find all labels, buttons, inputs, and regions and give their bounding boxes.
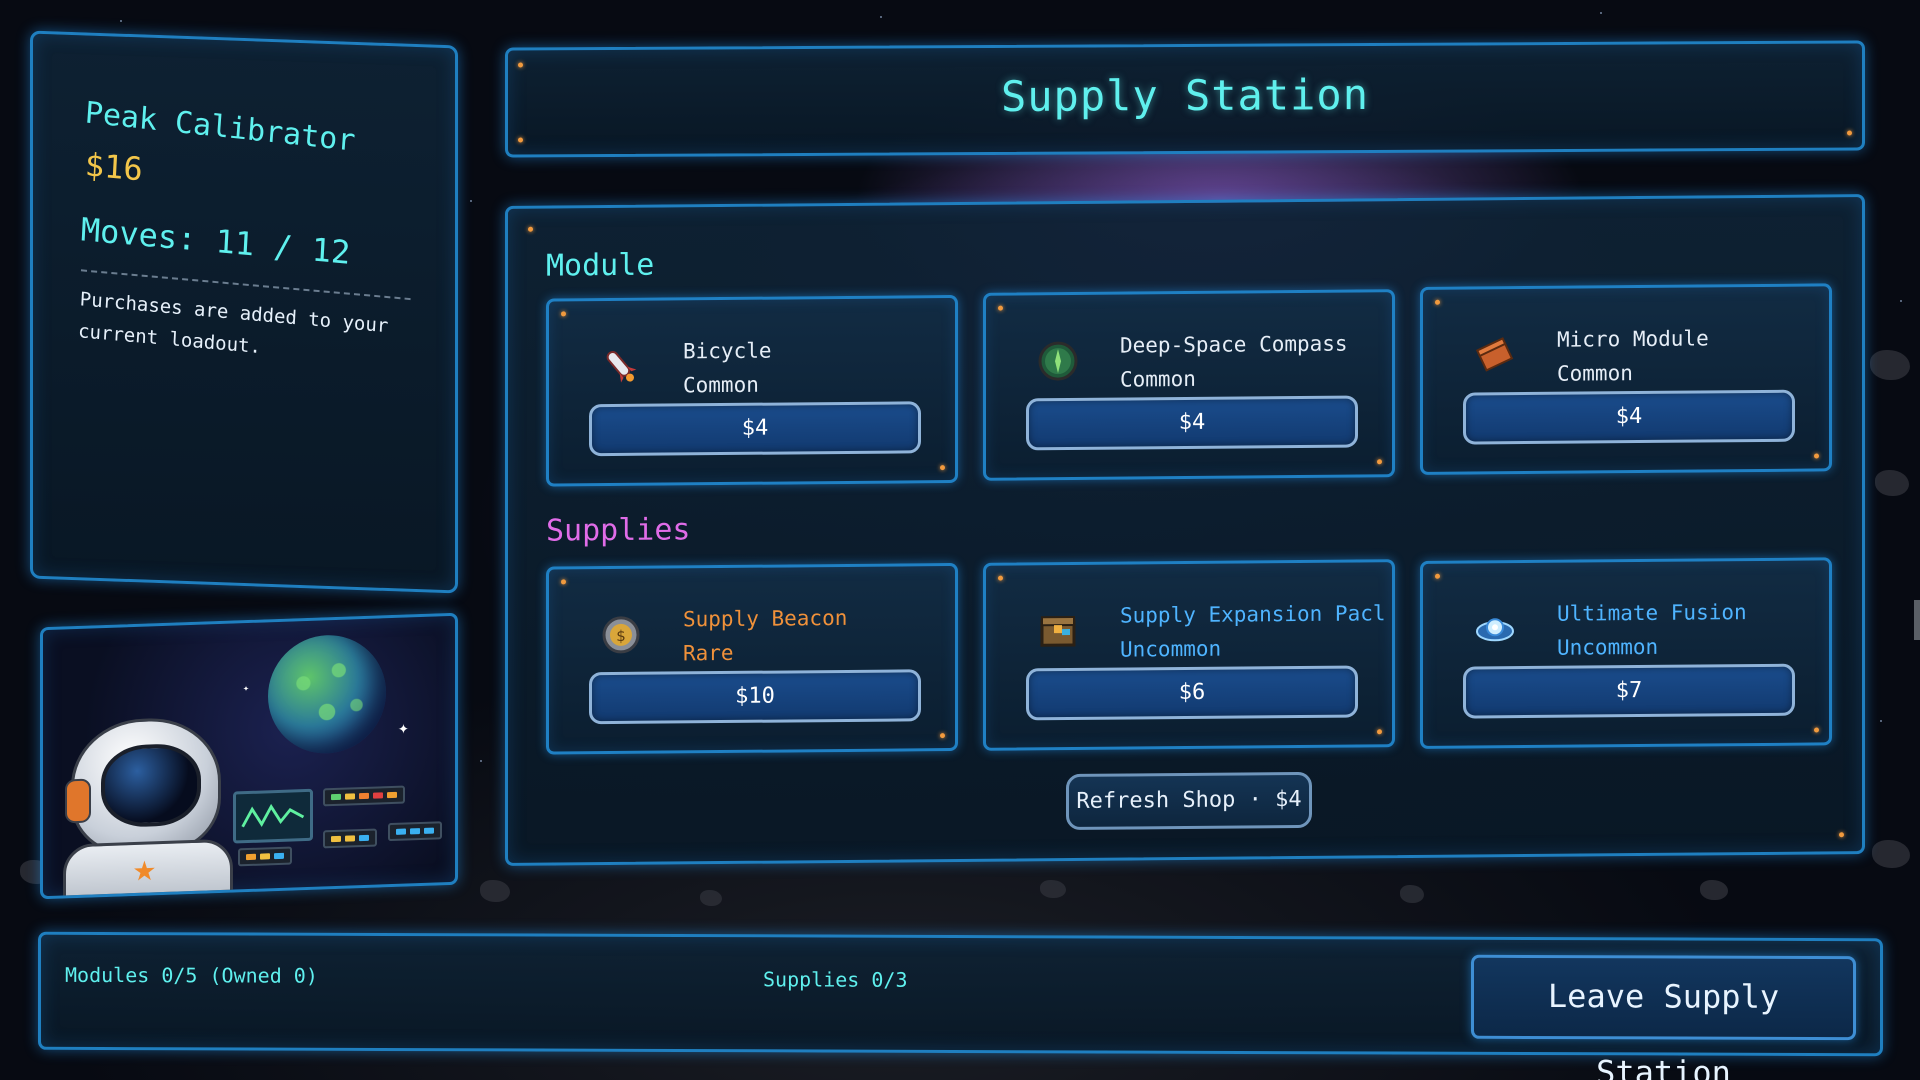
coin-icon: $ xyxy=(599,613,643,657)
planet-icon xyxy=(268,633,386,756)
item-name: Bicycle xyxy=(683,338,772,364)
item-name: Deep-Space Compass xyxy=(1120,331,1348,358)
control-lights-icon xyxy=(388,821,442,842)
footer-bar: Modules 0/5 (Owned 0) Supplies 0/3 Leave… xyxy=(38,931,1883,1080)
fusion-core-icon xyxy=(1473,607,1517,651)
control-lights-icon xyxy=(323,828,377,849)
svg-text:$: $ xyxy=(616,627,626,645)
item-name: Supply Beacon xyxy=(683,605,848,632)
astronaut-portrait: ✦ ✦ ★ xyxy=(40,612,458,900)
rocket-icon xyxy=(599,345,643,389)
sparkle-icon: ✦ xyxy=(398,717,409,739)
buy-button[interactable]: $4 xyxy=(589,401,921,457)
buy-button[interactable]: $10 xyxy=(589,669,921,725)
modules-counter: Modules 0/5 (Owned 0) xyxy=(65,962,318,988)
shop-card-module[interactable]: Bicycle Common $4 xyxy=(546,294,958,487)
leave-station-button[interactable]: Leave Supply Station xyxy=(1471,954,1856,1080)
info-note: Purchases are added to your current load… xyxy=(77,288,389,359)
buy-button[interactable]: $4 xyxy=(1026,395,1358,451)
buy-button[interactable]: $7 xyxy=(1463,663,1795,719)
buy-button[interactable]: $4 xyxy=(1463,389,1795,445)
supplies-counter: Supplies 0/3 xyxy=(763,967,908,992)
compass-icon xyxy=(1036,339,1080,383)
star-badge-icon: ★ xyxy=(133,845,156,891)
shop-card-module[interactable]: Micro Module Common $4 xyxy=(1420,283,1832,475)
item-rarity: Uncommon xyxy=(1557,634,1659,660)
sparkle-icon: ✦ xyxy=(243,682,250,695)
run-info-panel: Peak Calibrator $16 Moves: 11 / 12 Purch… xyxy=(30,30,458,594)
item-rarity: Rare xyxy=(683,640,734,666)
item-rarity: Common xyxy=(683,372,759,398)
scroll-handle[interactable] xyxy=(1914,600,1920,640)
astronaut-visor-icon xyxy=(101,742,201,829)
item-rarity: Uncommon xyxy=(1120,636,1222,662)
shop-card-module[interactable]: Deep-Space Compass Common $4 xyxy=(983,289,1395,481)
item-name: Supply Expansion Pacl xyxy=(1120,601,1385,628)
page-title: Supply Station xyxy=(1000,70,1369,121)
control-lights-icon xyxy=(238,846,292,867)
refresh-shop-button[interactable]: Refresh Shop · $4 xyxy=(1066,771,1312,831)
brick-icon xyxy=(1473,333,1517,377)
item-name: Micro Module xyxy=(1557,326,1709,352)
buy-button[interactable]: $6 xyxy=(1026,665,1358,721)
section-title-module: Module xyxy=(546,247,655,284)
section-title-supplies: Supplies xyxy=(546,512,691,549)
shop-panel: Module Bicycle Common $4 Deep-Space Comp… xyxy=(505,194,1865,866)
header-bar: Supply Station xyxy=(505,40,1865,158)
shop-card-supply[interactable]: Supply Expansion Pacl Uncommon $6 xyxy=(983,559,1395,751)
control-lights-icon xyxy=(323,785,405,807)
moves-counter: Moves: 11 / 12 xyxy=(80,210,352,272)
shop-card-supply[interactable]: $ Supply Beacon Rare $10 xyxy=(546,562,958,755)
money-display: $16 xyxy=(84,145,144,189)
item-name: Ultimate Fusion xyxy=(1557,600,1747,626)
monitor-icon xyxy=(233,788,313,844)
crate-icon xyxy=(1036,609,1080,653)
item-rarity: Common xyxy=(1120,366,1196,392)
item-rarity: Common xyxy=(1557,361,1633,386)
shop-card-supply[interactable]: Ultimate Fusion Uncommon $7 xyxy=(1420,557,1832,749)
